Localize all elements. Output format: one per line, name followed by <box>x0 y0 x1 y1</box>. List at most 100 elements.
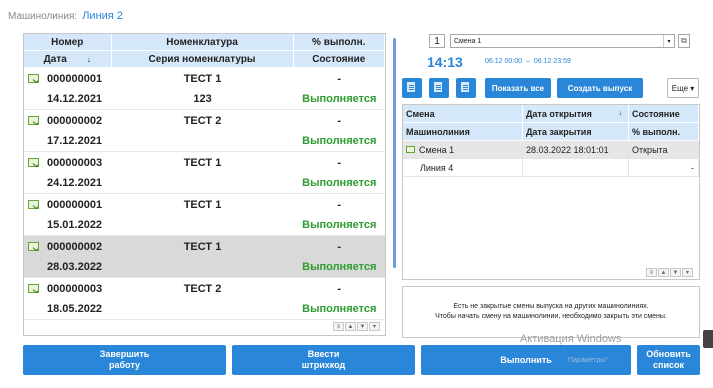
row-date: 28.03.2022 <box>47 261 103 273</box>
line-header: Машинолиния: Линия 2 <box>8 8 123 24</box>
shift-row-line[interactable]: Линия 4 - <box>403 159 699 177</box>
row-status: Выполняется <box>302 177 377 189</box>
document-check-icon <box>28 73 39 84</box>
table-row[interactable]: 000000002 ТЕСТ 2 - 17.12.2021 Выполняется <box>24 110 385 152</box>
shift-select-value: Смена 1 <box>454 37 482 45</box>
col-date[interactable]: Дата ↓ <box>24 51 112 67</box>
col-series[interactable]: Серия номенклатуры <box>112 51 294 67</box>
right-scroll-controls: ≡ ▲ ▼ ▾ <box>646 268 693 277</box>
line-label: Машинолиния: <box>8 10 78 22</box>
table-row[interactable]: 000000001 ТЕСТ 1 - 15.01.2022 Выполняется <box>24 194 385 236</box>
row-series <box>112 173 294 193</box>
table-row[interactable]: 000000003 ТЕСТ 1 - 24.12.2021 Выполняется <box>24 152 385 194</box>
col-state[interactable]: Состояние <box>629 105 699 122</box>
row-percent: - <box>337 240 342 253</box>
row-date: 15.01.2022 <box>47 219 103 231</box>
col-number[interactable]: Номер <box>24 34 112 50</box>
document-report-icon[interactable] <box>456 78 476 98</box>
row-status: Выполняется <box>302 135 377 147</box>
orders-table: Номер Номенклатура % выполн. Дата ↓ Серия… <box>23 33 386 336</box>
shift-open-date: 28.03.2022 18:01:01 <box>523 141 629 159</box>
row-percent: - <box>337 198 342 211</box>
scroll-last-button[interactable]: ▾ <box>369 322 380 331</box>
row-number: 000000003 <box>47 156 103 169</box>
col-machine-line[interactable]: Машинолиния <box>403 123 523 140</box>
side-panel-tab[interactable] <box>703 330 713 348</box>
current-time: 14:13 <box>427 54 463 70</box>
document-check-icon <box>28 283 39 294</box>
document-edit-icon[interactable] <box>429 78 449 98</box>
document-check-icon <box>28 241 39 252</box>
row-date: 17.12.2021 <box>47 135 103 147</box>
col-status[interactable]: Состояние <box>294 51 385 67</box>
row-series <box>112 299 294 319</box>
table-row-selected[interactable]: 000000002 ТЕСТ 1 - 28.03.2022 Выполняется <box>24 236 385 278</box>
period-start: 06.12 00:00 <box>485 58 522 65</box>
finish-work-button[interactable]: Завершить работу <box>23 345 226 375</box>
row-series <box>112 257 294 277</box>
windows-activation-hint: Параметры" <box>568 357 608 364</box>
scroll-down-button[interactable]: ▼ <box>357 322 368 331</box>
row-percent: - <box>337 72 342 85</box>
windows-activation-watermark: Активация Windows <box>520 333 622 345</box>
scroll-up-button[interactable]: ▲ <box>658 268 669 277</box>
open-shift-icon[interactable]: ⧉ <box>678 34 690 48</box>
enter-barcode-line2: штрихкод <box>301 360 346 370</box>
col-shift[interactable]: Смена <box>403 105 523 122</box>
col-percent[interactable]: % выполн. <box>294 34 385 50</box>
col-open-date[interactable]: Дата открытия ↓ <box>523 105 629 122</box>
shift-period[interactable]: 06.12 00:00 – 06.12 23:59 <box>485 58 571 65</box>
shift-row[interactable]: Смена 1 28.03.2022 18:01:01 Открыта <box>403 141 699 159</box>
left-scroll-controls: ≡ ▲ ▼ ▾ <box>333 322 380 331</box>
shift-number-field[interactable]: 1 <box>429 34 445 48</box>
finish-work-line2: работу <box>109 360 140 370</box>
scroll-last-button[interactable]: ▾ <box>682 268 693 277</box>
scroll-down-button[interactable]: ▼ <box>670 268 681 277</box>
col-nomenclature[interactable]: Номенклатура <box>112 34 294 50</box>
row-nomenclature: ТЕСТ 1 <box>183 156 222 169</box>
shift-select[interactable]: Смена 1 ▾ <box>450 34 675 48</box>
document-list-icon[interactable] <box>402 78 422 98</box>
table-row[interactable]: 000000003 ТЕСТ 2 - 18.05.2022 Выполняется <box>24 278 385 320</box>
row-series <box>112 215 294 235</box>
row-nomenclature: ТЕСТ 2 <box>183 282 222 295</box>
shifts-table-header: Смена Дата открытия ↓ Состояние Машинолин… <box>403 105 699 141</box>
show-all-button[interactable]: Показать все <box>485 78 551 98</box>
scroll-first-button[interactable]: ≡ <box>333 322 344 331</box>
row-number: 000000002 <box>47 114 103 127</box>
row-number: 000000001 <box>47 72 103 85</box>
shifts-table: Смена Дата открытия ↓ Состояние Машинолин… <box>402 104 700 280</box>
row-status: Выполняется <box>302 93 377 105</box>
row-nomenclature: ТЕСТ 1 <box>183 72 222 85</box>
row-percent: - <box>337 282 342 295</box>
scroll-first-button[interactable]: ≡ <box>646 268 657 277</box>
refresh-list-line2: список <box>653 360 684 370</box>
row-nomenclature: ТЕСТ 1 <box>183 240 222 253</box>
panel-splitter[interactable] <box>393 38 396 268</box>
more-menu-button[interactable]: Еще ▾ <box>667 78 699 98</box>
row-number: 000000003 <box>47 282 103 295</box>
info-message: Есть не закрытые смены выпуска на других… <box>402 286 700 338</box>
info-line-1: Есть не закрытые смены выпуска на других… <box>453 303 649 310</box>
line-value[interactable]: Линия 2 <box>82 10 123 22</box>
period-end: 06.12 23:59 <box>533 58 571 65</box>
row-series: 123 <box>193 93 212 105</box>
row-nomenclature: ТЕСТ 2 <box>183 114 222 127</box>
col-close-date[interactable]: Дата закрытия <box>523 123 629 140</box>
chevron-down-icon[interactable]: ▾ <box>663 35 674 47</box>
row-nomenclature: ТЕСТ 1 <box>183 198 222 211</box>
col-percent[interactable]: % выполн. <box>629 123 699 140</box>
document-check-icon <box>28 115 39 126</box>
document-check-icon <box>28 199 39 210</box>
create-release-button[interactable]: Создать выпуск <box>557 78 643 98</box>
enter-barcode-button[interactable]: Ввести штрихкод <box>232 345 415 375</box>
table-row[interactable]: 000000001 ТЕСТ 1 - 14.12.2021 123 Выполняетс… <box>24 68 385 110</box>
refresh-list-button[interactable]: Обновить список <box>637 345 700 375</box>
shift-percent: - <box>629 159 699 177</box>
shift-name: Смена 1 <box>419 144 455 155</box>
shift-line: Линия 4 <box>403 159 523 177</box>
shift-state: Открыта <box>629 141 699 159</box>
enter-barcode-line1: Ввести <box>307 349 340 359</box>
scroll-up-button[interactable]: ▲ <box>345 322 356 331</box>
sort-down-icon: ↓ <box>86 54 91 64</box>
